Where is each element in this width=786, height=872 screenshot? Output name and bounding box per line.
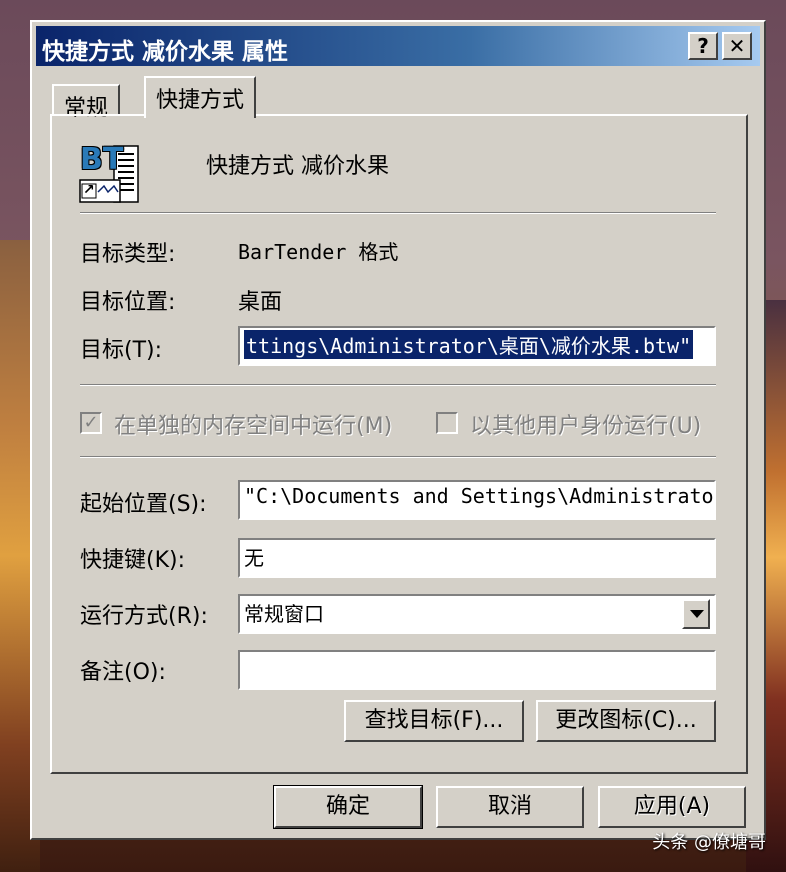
close-icon: ✕ bbox=[728, 34, 746, 58]
hotkey-input[interactable]: 无 bbox=[238, 538, 716, 578]
window-title: 快捷方式 减价水果 属性 bbox=[42, 39, 289, 65]
comment-label: 备注(O): bbox=[80, 660, 166, 685]
shortcut-arrow-icon: ↗ bbox=[83, 182, 95, 198]
separate-memory-label: 在单独的内存空间中运行(M) bbox=[114, 414, 393, 439]
separator bbox=[80, 456, 716, 458]
title-bar[interactable]: 快捷方式 减价水果 属性 ? ✕ bbox=[36, 26, 760, 66]
watermark: 头条 @僚塘哥 bbox=[652, 832, 766, 853]
run-as-label: 以其他用户身份运行(U) bbox=[470, 414, 702, 439]
tab-shortcut-label: 快捷方式 bbox=[156, 88, 245, 113]
target-input[interactable]: ttings\Administrator\桌面\减价水果.btw" bbox=[238, 326, 716, 366]
run-select[interactable]: 常规窗口 bbox=[238, 594, 716, 634]
target-location-value: 桌面 bbox=[238, 290, 283, 315]
hotkey-label: 快捷键(K): bbox=[80, 548, 186, 573]
target-label: 目标(T): bbox=[80, 338, 163, 363]
separate-memory-checkbox[interactable]: ✓ bbox=[80, 412, 102, 434]
start-in-label: 起始位置(S): bbox=[80, 492, 207, 517]
checkmark-icon: ✓ bbox=[83, 412, 99, 433]
cancel-button[interactable]: 取消 bbox=[436, 786, 584, 828]
target-type-value: BarTender 格式 bbox=[238, 240, 399, 264]
find-target-button[interactable]: 查找目标(F)... bbox=[344, 700, 524, 742]
separator bbox=[80, 384, 716, 386]
help-icon: ? bbox=[697, 34, 709, 58]
bartender-icon-text: BT bbox=[80, 142, 124, 177]
ok-button[interactable]: 确定 bbox=[273, 785, 423, 829]
change-icon-button[interactable]: 更改图标(C)... bbox=[536, 700, 716, 742]
shortcut-name: 快捷方式 减价水果 bbox=[206, 154, 389, 179]
close-button[interactable]: ✕ bbox=[722, 32, 752, 60]
run-dropdown-button[interactable] bbox=[682, 599, 710, 629]
bartender-icon: BT ↗ bbox=[78, 140, 142, 204]
tab-shortcut[interactable]: 快捷方式 bbox=[144, 76, 257, 118]
comment-input[interactable] bbox=[238, 650, 716, 690]
target-input-selection: ttings\Administrator\桌面\减价水果.btw" bbox=[244, 330, 694, 359]
start-in-input[interactable]: "C:\Documents and Settings\Administrato bbox=[238, 480, 716, 520]
separator bbox=[80, 212, 716, 214]
run-select-value: 常规窗口 bbox=[244, 602, 324, 626]
target-location-label: 目标位置: bbox=[80, 290, 176, 315]
chevron-down-icon bbox=[690, 610, 704, 618]
target-type-label: 目标类型: bbox=[80, 242, 176, 267]
tab-general[interactable]: 常规 bbox=[52, 84, 121, 121]
run-label: 运行方式(R): bbox=[80, 604, 208, 629]
properties-dialog: 快捷方式 减价水果 属性 ? ✕ 常规 快捷方式 BT ↗ 快捷方式 减价水果 … bbox=[30, 20, 766, 840]
run-as-checkbox[interactable] bbox=[436, 412, 458, 434]
apply-button[interactable]: 应用(A) bbox=[598, 786, 746, 828]
help-button[interactable]: ? bbox=[688, 32, 718, 60]
